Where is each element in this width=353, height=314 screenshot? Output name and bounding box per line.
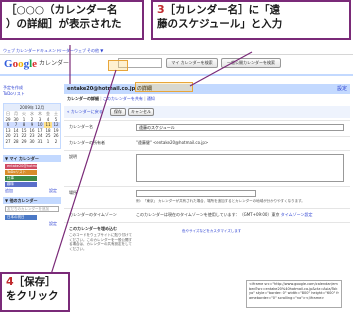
nav-calendar[interactable]: カレンダー (16, 47, 36, 55)
calendar-settings-link[interactable]: 設定 (49, 188, 57, 193)
timezone-label: カレンダーのタイムゾーン (69, 212, 117, 217)
location-input[interactable] (136, 190, 256, 197)
other-settings-link[interactable]: 設定 (49, 221, 57, 226)
action-bar: « カレンダーに戻る 保存 キャンセル (64, 106, 350, 118)
calendar-name-highlight (135, 82, 193, 92)
description-row: 説明 (64, 150, 350, 186)
description-label: 説明 (69, 154, 77, 159)
mini-calendar-day[interactable]: 27 (4, 139, 12, 145)
save-button-highlight (108, 60, 128, 71)
callout-3-line-1: ［カレンダー名］に「遠 (164, 4, 281, 16)
timezone-settings-link[interactable]: タイムゾーン設定 (281, 212, 313, 217)
calendar-name-label: カレンダー名 (69, 124, 93, 129)
mini-calendar: 2009年 12月 日月火水木金土 29 30 1 2 3 4 5 6 7 8 9 10 11 12 13 14… (3, 103, 61, 149)
callout-4-line-2: をクリック (6, 290, 59, 302)
calendar-item[interactable]: 趣味 (5, 182, 37, 187)
tab-share-calendar[interactable]: このカレンダーを共有 (103, 96, 143, 101)
location-label: 場所 (69, 190, 77, 195)
mini-calendar-day[interactable]: 1 (44, 139, 52, 145)
mini-calendar-grid: 日月火水木金土 29 30 1 2 3 4 5 6 7 8 9 10 11 12 13 14 15 16 17 18 19… (4, 111, 60, 144)
back-to-calendar-link[interactable]: « カレンダーに戻る (67, 108, 103, 116)
search-my-calendars-button[interactable]: マイ カレンダーを検索 (166, 58, 218, 68)
calendar-name-input[interactable]: 遠藤のスケジュール (136, 124, 344, 131)
mini-calendar-day[interactable]: 29 (20, 139, 28, 145)
calendar-item[interactable]: 仕事 (5, 176, 37, 181)
calendar-item[interactable]: entake20@hotmail.co.jp (5, 164, 37, 169)
nav-web-2[interactable]: ウェブ (74, 47, 86, 55)
location-hint: 例：「東京」 カレンダーが共有された場合、場所を追加するとカレンダーの地域が分か… (136, 199, 305, 203)
sidebar: 予定を作成 ToDoリスト 2009年 12月 日月火水木金土 29 30 1 2 3 4 5… (3, 85, 61, 226)
calendar-owner-label: カレンダーの所有者 (69, 140, 105, 145)
callout-step-4: 4［保存］ をクリック (0, 272, 70, 312)
panel-title: entake20@hotmail.co.jp の詳細 設定 (64, 84, 350, 94)
callout-3-number: 3 (157, 3, 165, 16)
nav-web[interactable]: ウェブ (3, 47, 15, 55)
tab-calendar-details[interactable]: カレンダーの詳細 (67, 96, 99, 101)
tab-notifications[interactable]: 通知 (147, 96, 155, 101)
panel-settings-link[interactable]: 設定 (337, 84, 347, 94)
add-calendar-link[interactable]: 追加 (5, 188, 13, 193)
location-row: 場所 例：「東京」 カレンダーが共有された場合、場所を追加するとカレンダーの地域… (64, 186, 350, 208)
callout-4-number: 4 (6, 275, 14, 288)
calendar-name-row: カレンダー名 遠藤のスケジュール (64, 120, 350, 136)
nav-reader[interactable]: リーダー (58, 47, 74, 55)
timezone-row: カレンダーのタイムゾーン このカレンダーは現在のタイムゾーンを使用しています：（… (64, 208, 350, 222)
cancel-button[interactable]: キャンセル (128, 108, 154, 116)
header-divider (0, 74, 353, 76)
calendar-owner-value: "遠藤健" <entake20@hotmail.co.jp> (136, 140, 209, 145)
calendar-item[interactable]: ToDoリスト (5, 170, 37, 175)
nav-more[interactable]: その他 ▼ (87, 47, 103, 55)
search-public-calendars-button[interactable]: 一般公開カレンダーを検索 (221, 58, 281, 68)
other-calendars-header[interactable]: ▼ 他のカレンダー (3, 197, 61, 204)
mini-calendar-day[interactable]: 30 (28, 139, 36, 145)
detail-tabs: カレンダーの詳細 | このカレンダーを共有 | 通知 (67, 96, 155, 101)
embed-customize-link[interactable]: 色やサイズなどをカスタマイズします (182, 229, 241, 234)
mini-calendar-day[interactable]: 28 (12, 139, 20, 145)
embed-hint: このコードをウェブサイトに貼り付けてください。このカレンダーを一般公開する場合は… (69, 233, 132, 251)
callout-1-line-2: ）の詳細］が表示された (6, 18, 122, 30)
calendar-details-panel: entake20@hotmail.co.jp の詳細 設定 カレンダーの詳細 |… (64, 84, 350, 314)
callout-1-line-1: ［○○○（カレンダー名 (6, 4, 118, 16)
nav-documents[interactable]: ドキュメント (36, 47, 60, 55)
mini-calendar-month: 2009年 12月 (4, 104, 60, 111)
tasks-link[interactable]: ToDoリスト (3, 91, 61, 97)
calendar-owner-row: カレンダーの所有者 "遠藤健" <entake20@hotmail.co.jp> (64, 136, 350, 150)
add-friend-calendar-input[interactable]: 友だちのカレンダーを追加 (5, 206, 59, 212)
callout-4-line-1: ［保存］ (13, 276, 56, 288)
google-calendar-logo[interactable]: Google カレンダー (4, 57, 69, 71)
callout-details-shown: ［○○○（カレンダー名 ）の詳細］が表示された (0, 0, 144, 40)
my-calendars-header[interactable]: ▼ マイ カレンダー (3, 155, 61, 162)
embed-code-box[interactable]: <iframe src="http://www.google.com/calen… (246, 280, 342, 308)
mini-calendar-day[interactable]: 31 (36, 139, 44, 145)
embed-label: このカレンダーを埋め込む (69, 226, 117, 231)
top-navigation: ウェブ カレンダー ドキュメント リーダー ウェブ その他 ▼ (0, 47, 353, 55)
timezone-value: このカレンダーは現在のタイムゾーンを使用しています：（GMT+09:00）東京 (136, 212, 280, 217)
mini-calendar-day[interactable]: 2 (52, 139, 60, 145)
callout-3-line-2: 藤のスケジュール」と入力 (157, 18, 283, 30)
callout-step-3: 3［カレンダー名］に「遠 藤のスケジュール」と入力 (151, 0, 351, 40)
description-textarea[interactable] (136, 154, 344, 182)
calendar-item[interactable]: 日本の祝日 (5, 215, 37, 220)
save-button[interactable]: 保存 (110, 108, 126, 116)
